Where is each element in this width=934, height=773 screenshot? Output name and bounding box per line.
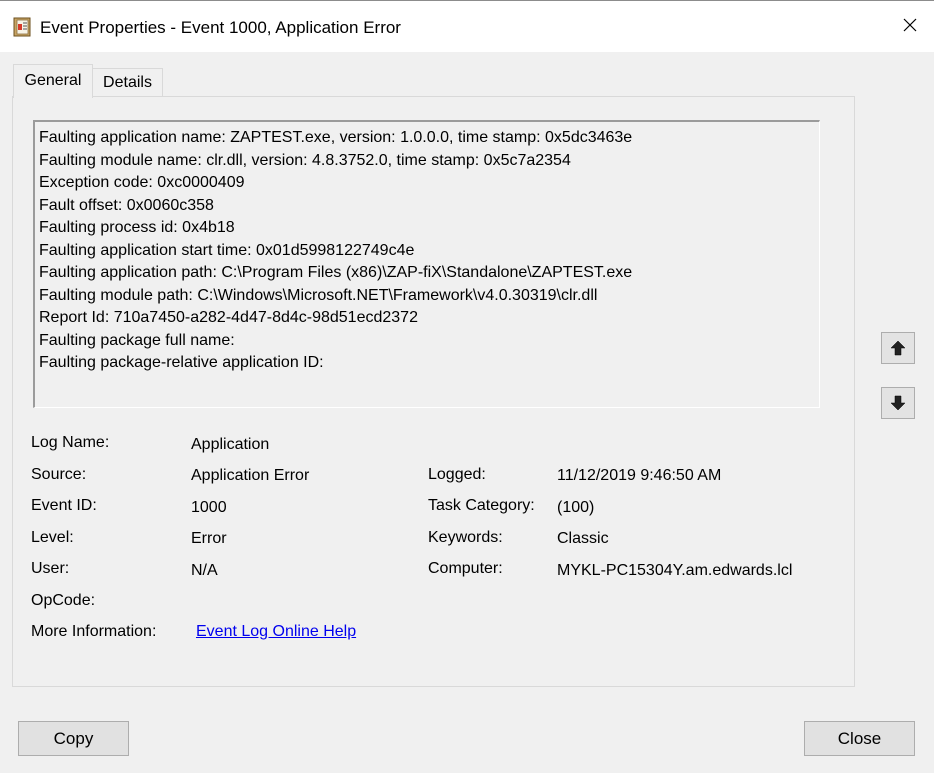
- keywords-value[interactable]: Classic: [557, 530, 609, 548]
- log-name-label: Log Name:: [31, 434, 110, 451]
- description-line: Exception code: 0xc0000409: [39, 174, 245, 191]
- task-category-label: Task Category:: [428, 497, 535, 514]
- description-line: Faulting process id: 0x4b18: [39, 219, 235, 236]
- event-viewer-icon: [13, 17, 31, 37]
- window-title: Event Properties - Event 1000, Applicati…: [40, 18, 401, 37]
- close-icon[interactable]: [900, 15, 920, 35]
- description-line: Faulting application start time: 0x01d59…: [39, 241, 415, 259]
- description-line: Faulting module path: C:\Windows\Microso…: [39, 286, 598, 304]
- close-button[interactable]: Close: [804, 721, 915, 756]
- source-value[interactable]: Application Error: [191, 467, 309, 485]
- opcode-label: OpCode:: [31, 592, 96, 609]
- more-information-label: More Information:: [31, 623, 157, 640]
- user-label: User:: [31, 560, 70, 577]
- logged-label: Logged:: [428, 466, 486, 483]
- event-id-label: Event ID:: [31, 497, 97, 514]
- tab-general-label: General: [24, 72, 82, 89]
- description-line: Faulting application name: ZAPTEST.exe, …: [39, 129, 633, 146]
- keywords-label: Keywords:: [428, 529, 503, 546]
- event-id-value[interactable]: 1000: [191, 499, 227, 517]
- log-name-value[interactable]: Application: [191, 436, 269, 454]
- title-bar: Event Properties - Event 1000, Applicati…: [0, 0, 934, 52]
- level-label: Level:: [31, 529, 74, 546]
- arrow-up-icon: [890, 340, 906, 356]
- next-event-button[interactable]: [881, 387, 915, 419]
- description-line: Faulting module name: clr.dll, version: …: [39, 151, 571, 169]
- tab-general[interactable]: General: [13, 64, 93, 98]
- copy-button-label: Copy: [53, 729, 94, 748]
- copy-button[interactable]: Copy: [18, 721, 129, 756]
- tab-details[interactable]: Details: [93, 68, 163, 97]
- description-line: Fault offset: 0x0060c358: [39, 196, 214, 214]
- task-category-value[interactable]: (100): [557, 499, 594, 517]
- logged-value[interactable]: 11/12/2019 9:46:50 AM: [557, 467, 721, 485]
- source-label: Source:: [31, 466, 87, 483]
- computer-label: Computer:: [428, 560, 503, 577]
- tab-details-label: Details: [103, 74, 152, 91]
- level-value[interactable]: Error: [191, 530, 227, 548]
- description-line: Report Id: 710a7450-a282-4d47-8d4c-98d51…: [39, 309, 418, 326]
- computer-value[interactable]: MYKL-PC15304Y.am.edwards.lcl: [557, 562, 792, 580]
- arrow-down-icon: [890, 395, 906, 411]
- description-line: Faulting package full name:: [39, 331, 235, 349]
- description-line: Faulting application path: C:\Program Fi…: [39, 264, 633, 281]
- event-log-online-help-link[interactable]: Event Log Online Help: [196, 623, 356, 641]
- close-button-label: Close: [837, 729, 882, 748]
- event-description-box[interactable]: Faulting application name: ZAPTEST.exe, …: [33, 120, 820, 408]
- user-value[interactable]: N/A: [191, 562, 218, 580]
- previous-event-button[interactable]: [881, 332, 915, 364]
- description-line: Faulting package-relative application ID…: [39, 354, 324, 371]
